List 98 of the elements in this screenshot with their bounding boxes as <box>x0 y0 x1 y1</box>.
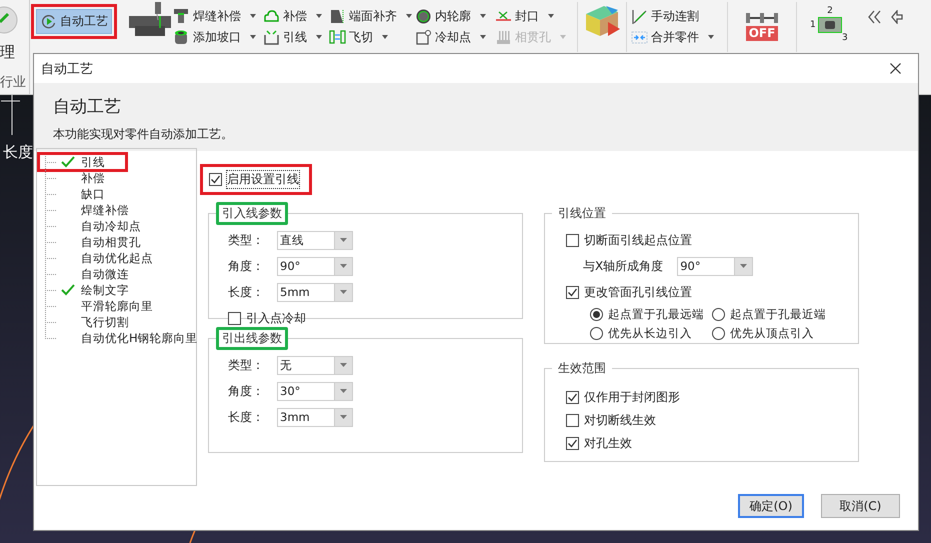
ribbon-label: 理 <box>0 44 16 60</box>
checkbox[interactable] <box>566 414 579 427</box>
checkbox-label[interactable]: 仅作用于封闭图形 <box>584 389 680 406</box>
ribbon-button[interactable]: 封口 <box>495 7 573 25</box>
checkbox[interactable] <box>566 391 579 404</box>
close-icon <box>890 63 900 74</box>
sort-drawing: 2 1 3 <box>810 6 849 44</box>
tree-item[interactable]: 绘制文字 <box>81 283 129 297</box>
description-text: 本功能实现对零件自动添加工艺。 <box>53 126 234 142</box>
field-label: 长度： <box>228 284 265 300</box>
checkbox[interactable] <box>566 437 579 450</box>
tree-item[interactable]: 自动相贯孔 <box>81 235 141 249</box>
double-left-icon <box>867 10 881 24</box>
radio-button[interactable] <box>590 327 603 340</box>
checkbox-label[interactable]: 启用设置引线 <box>227 171 299 188</box>
split-icon <box>329 28 346 46</box>
checkbox-label[interactable]: 引入点冷却 <box>246 310 306 326</box>
tree-item[interactable]: 飞行切割 <box>81 315 129 329</box>
radio-button[interactable] <box>712 308 725 321</box>
trapezoid-icon <box>329 8 346 24</box>
left-arrow-icon <box>891 10 903 24</box>
ribbon-button[interactable]: 自动工艺 <box>36 9 112 34</box>
ribbon-button[interactable]: 端面补齐 <box>329 7 415 25</box>
caret-icon <box>340 238 347 242</box>
arrows-icon <box>631 28 648 46</box>
radio-label[interactable]: 优先从长边引入 <box>608 326 692 341</box>
square-icon <box>415 28 432 46</box>
comb-icon <box>495 28 512 46</box>
tree-item[interactable]: 平滑轮廓向里 <box>81 299 153 313</box>
ribbon-button[interactable]: 飞切 <box>329 28 415 46</box>
dropdown[interactable]: 直线 <box>277 230 353 250</box>
ribbon-button[interactable]: 补偿 <box>263 7 329 25</box>
ribbon-button[interactable]: 焊缝补偿 <box>173 7 263 25</box>
caret-icon <box>340 363 347 367</box>
window-title: 自动工艺 <box>41 60 93 78</box>
refresh-icon <box>40 13 57 30</box>
tree-item[interactable]: 自动冷却点 <box>81 219 141 233</box>
caret-icon <box>340 389 347 393</box>
field-label: 角度： <box>228 258 265 274</box>
checkbox-label[interactable]: 对孔生效 <box>584 435 632 452</box>
radio-button[interactable] <box>712 327 725 340</box>
checkbox[interactable] <box>566 286 579 298</box>
dropdown[interactable]: 无 <box>277 356 353 374</box>
rail-icon <box>745 10 779 24</box>
caret-icon <box>740 264 748 268</box>
field-label: 类型： <box>228 232 265 248</box>
group-title: 引入线参数 <box>222 206 282 220</box>
dropdown[interactable]: 5mm <box>277 282 353 302</box>
ribbon-button[interactable]: 合并零件 <box>631 28 723 46</box>
tree-item[interactable]: 自动优化H钢轮廓向里 <box>81 331 198 345</box>
ribbon-button[interactable]: 手动连割 <box>631 7 723 25</box>
dimension-label: 长度 <box>3 143 33 162</box>
group-label: 行业 <box>0 76 27 90</box>
dropdown[interactable]: 90° <box>277 256 353 276</box>
bracket-icon <box>263 28 280 46</box>
ring-icon <box>415 8 432 24</box>
off-badge: OFF <box>746 26 778 41</box>
checkbox-label[interactable]: 更改管面孔引线位置 <box>584 284 692 300</box>
tree-item[interactable]: 焊缝补偿 <box>81 203 129 217</box>
checkbox[interactable] <box>209 173 222 186</box>
checkbox[interactable] <box>566 234 579 246</box>
diagonal-line-icon <box>631 8 648 24</box>
field-label: 角度： <box>228 382 265 400</box>
group-title: 引出线参数 <box>222 331 282 345</box>
radio-label[interactable]: 起点置于孔最远端 <box>608 307 704 322</box>
radio-button[interactable] <box>590 308 603 321</box>
tree-item[interactable]: 补偿 <box>81 171 105 185</box>
tree-item[interactable]: 自动优化起点 <box>81 251 153 265</box>
tree-item[interactable]: 缺口 <box>81 187 105 201</box>
ribbon-button[interactable]: 冷却点 <box>415 28 495 46</box>
radio-label[interactable]: 起点置于孔最近端 <box>730 307 826 322</box>
checkbox-label[interactable]: 切断面引线起点位置 <box>584 232 692 248</box>
caret-icon <box>340 415 347 419</box>
group-title: 生效范围 <box>558 361 606 375</box>
cloud-icon <box>263 8 280 24</box>
tree-item[interactable]: 自动微连 <box>81 267 129 281</box>
tree-item[interactable]: 引线 <box>81 155 105 169</box>
checkbox-label[interactable]: 对切断线生效 <box>584 412 656 429</box>
dialog-heading: 自动工艺 <box>53 96 122 117</box>
field-label: 长度： <box>228 408 265 426</box>
crosshair-icon <box>0 95 20 135</box>
dialog-button[interactable]: 取消(C) <box>821 494 900 518</box>
checkbox[interactable] <box>228 312 241 324</box>
ribbon-button[interactable]: 引线 <box>263 28 329 46</box>
caret-icon <box>340 264 347 268</box>
cylinder-icon <box>173 28 190 46</box>
dropdown[interactable]: 30° <box>277 382 353 400</box>
ribbon-button[interactable]: 内轮廓 <box>415 7 495 25</box>
dropdown[interactable]: 3mm <box>277 408 353 426</box>
field-label: 类型： <box>228 356 265 374</box>
ribbon-button[interactable]: 添加坡口 <box>173 28 263 46</box>
dialog-button[interactable]: 确定(O) <box>738 494 804 518</box>
dropdown[interactable]: 90° <box>677 256 754 276</box>
tee-icon <box>173 8 190 24</box>
field-label: 与X轴所成角度 <box>583 258 664 274</box>
caret-icon <box>340 290 347 294</box>
radio-label[interactable]: 优先从顶点引入 <box>730 326 814 341</box>
group-title: 引线位置 <box>558 206 606 220</box>
